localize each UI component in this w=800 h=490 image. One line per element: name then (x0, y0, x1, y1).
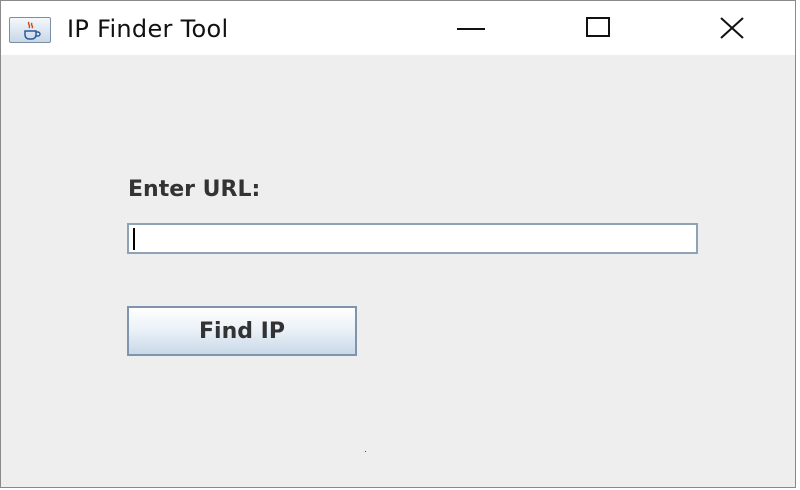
stray-pixel (365, 451, 366, 452)
window-title: IP Finder Tool (67, 15, 229, 43)
find-ip-button[interactable]: Find IP (127, 306, 357, 356)
close-icon (720, 17, 744, 39)
text-caret (133, 228, 135, 250)
minimize-button[interactable] (431, 1, 511, 55)
maximize-icon (586, 17, 610, 37)
app-window: IP Finder Tool Enter URL: Find IP (0, 0, 796, 488)
close-button[interactable] (691, 1, 771, 55)
url-label: Enter URL: (128, 177, 261, 202)
minimize-icon (457, 28, 485, 30)
maximize-button[interactable] (561, 1, 641, 55)
java-cup-icon[interactable] (9, 17, 51, 43)
url-input[interactable] (127, 223, 698, 254)
title-bar[interactable]: IP Finder Tool (1, 1, 795, 55)
